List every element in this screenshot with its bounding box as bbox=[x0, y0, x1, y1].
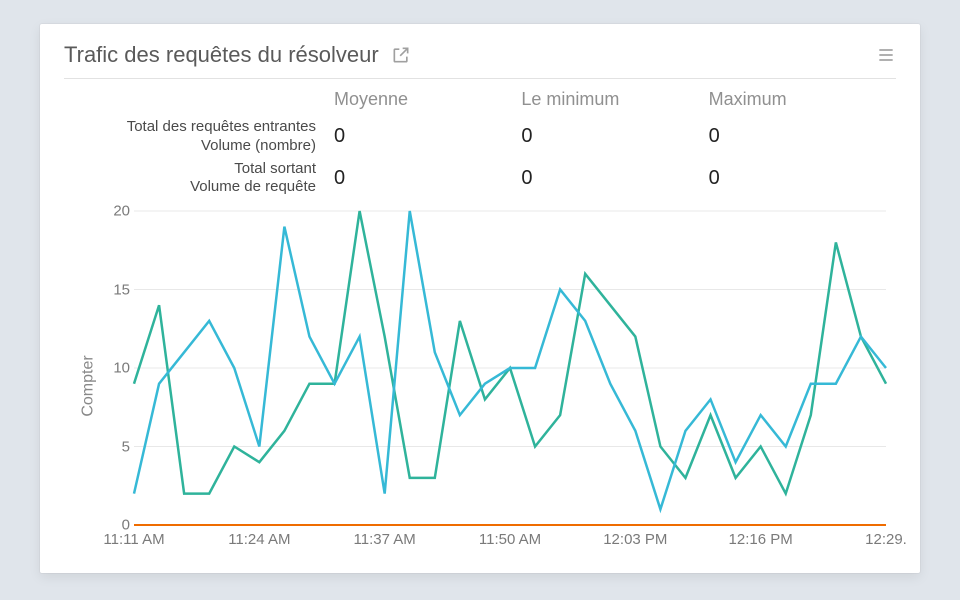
series-incoming bbox=[134, 211, 886, 494]
y-tick-label: 15 bbox=[102, 281, 130, 298]
x-ticks: 11:11 AM11:24 AM11:37 AM11:50 AM12:03 PM… bbox=[134, 531, 886, 555]
x-tick-label: 11:50 AM bbox=[479, 531, 541, 548]
val-incoming-min: 0 bbox=[521, 125, 708, 148]
y-axis-label: Compter bbox=[80, 355, 98, 416]
val-incoming-max: 0 bbox=[709, 125, 896, 148]
row-label-incoming: Total des requêtes entrantes Volume (nom… bbox=[64, 118, 334, 156]
x-tick-label: 11:11 AM bbox=[103, 531, 164, 548]
series-outgoing bbox=[134, 211, 886, 509]
y-tick-label: 20 bbox=[102, 203, 130, 220]
y-tick-label: 5 bbox=[102, 438, 130, 455]
plot-area bbox=[134, 211, 886, 525]
val-outgoing-max: 0 bbox=[709, 167, 896, 190]
resolver-traffic-panel: Trafic des requêtes du résolveur Moyenne… bbox=[40, 24, 920, 573]
panel-title: Trafic des requêtes du résolveur bbox=[64, 42, 379, 68]
col-min: Le minimum bbox=[521, 89, 708, 114]
val-outgoing-min: 0 bbox=[521, 167, 708, 190]
x-tick-label: 12:03 PM bbox=[603, 531, 667, 548]
col-max: Maximum bbox=[709, 89, 896, 114]
metrics-table: Moyenne Le minimum Maximum Total des req… bbox=[64, 79, 896, 207]
y-tick-label: 10 bbox=[102, 360, 130, 377]
panel-header: Trafic des requêtes du résolveur bbox=[64, 42, 896, 79]
open-external-icon[interactable] bbox=[391, 45, 411, 65]
val-outgoing-avg: 0 bbox=[334, 167, 521, 190]
val-incoming-avg: 0 bbox=[334, 125, 521, 148]
x-tick-label: 11:37 AM bbox=[354, 531, 416, 548]
x-tick-label: 11:24 AM bbox=[228, 531, 290, 548]
col-avg: Moyenne bbox=[334, 89, 521, 114]
row-label-outgoing: Total sortant Volume de requête bbox=[64, 160, 334, 198]
y-ticks: 05101520 bbox=[102, 211, 130, 525]
x-tick-label: 12:16 PM bbox=[729, 531, 793, 548]
x-tick-label: 12:29. bbox=[865, 531, 907, 548]
menu-icon[interactable] bbox=[876, 45, 896, 65]
chart: Compter 05101520 11:11 AM11:24 AM11:37 A… bbox=[64, 211, 896, 561]
